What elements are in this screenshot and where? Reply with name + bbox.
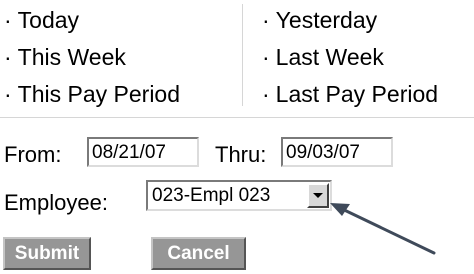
period-link-yesterday[interactable]: · Yesterday [262, 6, 377, 34]
period-link-today-label: Today [17, 7, 80, 33]
period-link-this-week[interactable]: · This Week [4, 43, 126, 71]
period-link-last-pay-period-label: Last Pay Period [275, 81, 439, 107]
bullet-marker: · [262, 7, 270, 33]
thru-date-input[interactable] [281, 137, 393, 167]
thru-label: Thru: [215, 142, 267, 167]
period-link-today[interactable]: · Today [4, 6, 79, 34]
period-link-yesterday-label: Yesterday [275, 7, 378, 33]
period-link-last-week[interactable]: · Last Week [262, 43, 384, 71]
submit-button[interactable]: Submit [3, 237, 91, 270]
annotation-arrow-icon [330, 203, 436, 255]
employee-label: Employee: [4, 190, 108, 215]
cancel-button[interactable]: Cancel [151, 237, 246, 270]
employee-select-value: 023-Empl 023 [152, 184, 271, 207]
chevron-down-icon [313, 193, 323, 198]
period-link-this-pay-period[interactable]: · This Pay Period [4, 80, 180, 108]
section-divider [0, 117, 474, 118]
period-link-last-week-label: Last Week [275, 44, 384, 70]
bullet-marker: · [4, 81, 12, 107]
from-date-input[interactable] [87, 137, 199, 167]
period-link-last-pay-period[interactable]: · Last Pay Period [262, 80, 438, 108]
period-link-this-pay-period-label: This Pay Period [17, 81, 181, 107]
employee-select[interactable]: 023-Empl 023 [146, 180, 332, 211]
period-link-this-week-label: This Week [17, 44, 126, 70]
bullet-marker: · [4, 44, 12, 70]
bullet-marker: · [262, 44, 270, 70]
bullet-marker: · [4, 7, 12, 33]
bullet-marker: · [262, 81, 270, 107]
column-divider [242, 4, 243, 106]
from-label: From: [4, 142, 62, 167]
